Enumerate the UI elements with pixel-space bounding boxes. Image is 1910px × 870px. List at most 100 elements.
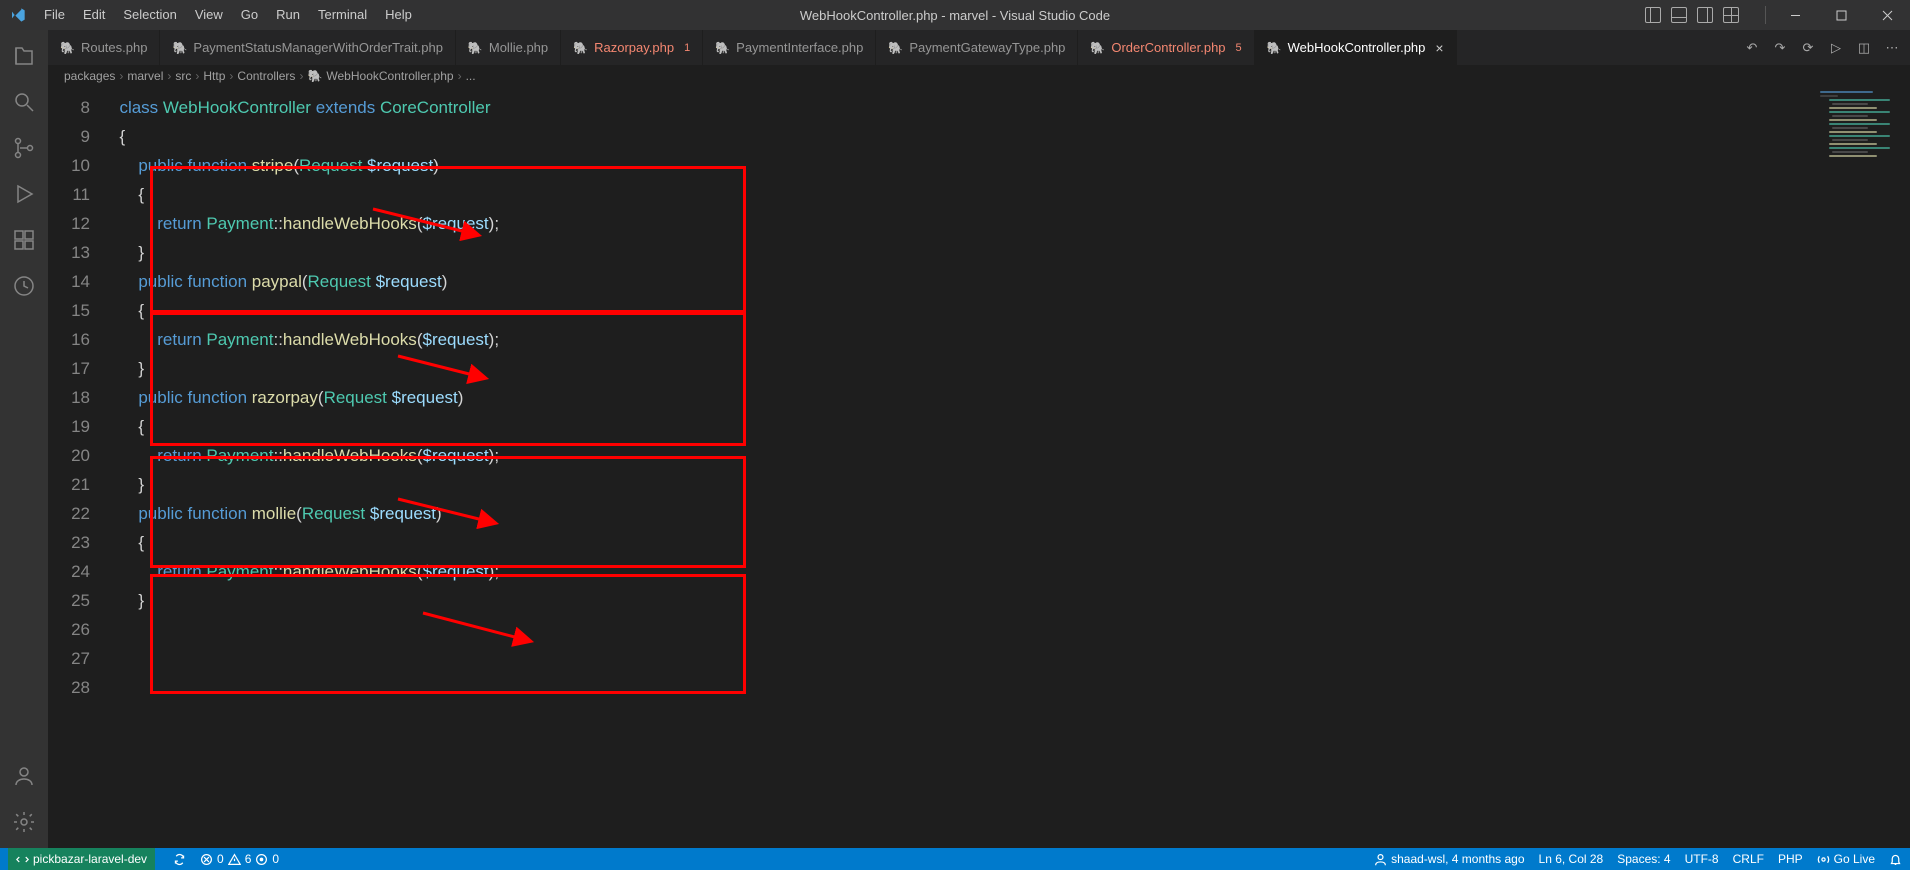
line-number: 16	[48, 325, 110, 354]
code-line[interactable]: return Payment::handleWebHooks($request)…	[110, 209, 1910, 238]
code-line[interactable]: return Payment::handleWebHooks($request)…	[110, 441, 1910, 470]
code-line[interactable]: public function stripe(Request $request)	[110, 151, 1910, 180]
settings-gear-icon[interactable]	[12, 810, 36, 834]
toggle-panel-icon[interactable]	[1671, 7, 1687, 23]
git-blame[interactable]: shaad-wsl, 4 months ago	[1374, 852, 1524, 866]
eol[interactable]: CRLF	[1733, 852, 1764, 866]
line-number: 27	[48, 644, 110, 673]
go-back-icon[interactable]: ↶	[1744, 40, 1760, 56]
code-line[interactable]: public function paypal(Request $request)	[110, 267, 1910, 296]
line-number: 13	[48, 238, 110, 267]
code-line[interactable]: {	[110, 412, 1910, 441]
code-line[interactable]: }	[110, 354, 1910, 383]
code-line[interactable]: public function razorpay(Request $reques…	[110, 383, 1910, 412]
close-window-button[interactable]	[1864, 0, 1910, 30]
php-file-icon: 🐘	[468, 41, 483, 55]
line-number: 28	[48, 673, 110, 702]
tab-ordercontroller-php[interactable]: 🐘OrderController.php5	[1078, 30, 1254, 65]
close-tab-icon[interactable]: ×	[1435, 40, 1443, 56]
menu-selection[interactable]: Selection	[114, 0, 185, 30]
php-file-icon: 🐘	[307, 69, 322, 83]
problems-indicator[interactable]: 0 6 0	[200, 852, 279, 866]
sync-button[interactable]	[173, 853, 186, 866]
run-icon[interactable]: ▷	[1828, 40, 1844, 56]
breadcrumbs[interactable]: packages›marvel›src›Http›Controllers›🐘 W…	[48, 65, 1910, 87]
code-line[interactable]: public function mollie(Request $request)	[110, 499, 1910, 528]
menu-terminal[interactable]: Terminal	[309, 0, 376, 30]
code-line[interactable]: {	[110, 528, 1910, 557]
breadcrumb-segment[interactable]: WebHookController.php	[326, 69, 453, 83]
minimap[interactable]	[1820, 91, 1908, 201]
code-line[interactable]: }	[110, 238, 1910, 267]
breadcrumb-segment[interactable]: packages	[64, 69, 115, 83]
breadcrumb-segment[interactable]: marvel	[127, 69, 163, 83]
window-title: WebHookController.php - marvel - Visual …	[800, 8, 1110, 23]
tab-paymentgatewaytype-php[interactable]: 🐘PaymentGatewayType.php	[876, 30, 1078, 65]
language-mode[interactable]: PHP	[1778, 852, 1803, 866]
tab-label: PaymentStatusManagerWithOrderTrait.php	[193, 40, 443, 55]
more-icon[interactable]: ⋯	[1884, 40, 1900, 56]
code-line[interactable]: class WebHookController extends CoreCont…	[110, 93, 1910, 122]
status-bar: pickbazar-laravel-dev 0 6 0 shaad-wsl, 4…	[0, 848, 1910, 870]
tab-paymentinterface-php[interactable]: 🐘PaymentInterface.php	[703, 30, 876, 65]
indentation[interactable]: Spaces: 4	[1617, 852, 1670, 866]
go-live-button[interactable]: Go Live	[1817, 852, 1875, 866]
explorer-icon[interactable]	[12, 44, 36, 68]
breadcrumb-segment[interactable]: src	[175, 69, 191, 83]
code-editor[interactable]: 8910111213141516171819202122232425262728…	[48, 87, 1910, 848]
chevron-right-icon: ›	[119, 69, 123, 83]
customize-layout-icon[interactable]	[1723, 7, 1739, 23]
line-number: 22	[48, 499, 110, 528]
encoding[interactable]: UTF-8	[1685, 852, 1719, 866]
notifications-icon[interactable]	[1889, 853, 1902, 866]
timeline-icon[interactable]	[12, 274, 36, 298]
line-number: 24	[48, 557, 110, 586]
search-icon[interactable]	[12, 90, 36, 114]
tab-razorpay-php[interactable]: 🐘Razorpay.php1	[561, 30, 703, 65]
menu-go[interactable]: Go	[232, 0, 267, 30]
php-file-icon: 🐘	[715, 41, 730, 55]
breadcrumb-segment[interactable]: Controllers	[237, 69, 295, 83]
minimize-button[interactable]	[1772, 0, 1818, 30]
code-content[interactable]: class WebHookController extends CoreCont…	[110, 87, 1910, 848]
php-file-icon: 🐘	[60, 41, 75, 55]
tab-problem-count: 1	[684, 42, 690, 54]
breadcrumb-segment[interactable]: ...	[466, 69, 476, 83]
refresh-icon[interactable]: ⟳	[1800, 40, 1816, 56]
menu-view[interactable]: View	[186, 0, 232, 30]
run-debug-icon[interactable]	[12, 182, 36, 206]
code-line[interactable]: {	[110, 122, 1910, 151]
code-line[interactable]: return Payment::handleWebHooks($request)…	[110, 557, 1910, 586]
vscode-logo-icon	[0, 7, 35, 23]
split-editor-icon[interactable]: ◫	[1856, 40, 1872, 56]
toggle-primary-sidebar-icon[interactable]	[1645, 7, 1661, 23]
tab-webhookcontroller-php[interactable]: 🐘WebHookController.php×	[1255, 30, 1457, 65]
breadcrumb-segment[interactable]: Http	[203, 69, 225, 83]
menu-run[interactable]: Run	[267, 0, 309, 30]
extensions-icon[interactable]	[12, 228, 36, 252]
menu-help[interactable]: Help	[376, 0, 421, 30]
php-file-icon: 🐘	[573, 41, 588, 55]
menu-file[interactable]: File	[35, 0, 74, 30]
code-line[interactable]: {	[110, 180, 1910, 209]
accounts-icon[interactable]	[12, 764, 36, 788]
source-control-icon[interactable]	[12, 136, 36, 160]
remote-indicator[interactable]: pickbazar-laravel-dev	[8, 848, 155, 870]
tab-label: WebHookController.php	[1288, 40, 1426, 55]
maximize-button[interactable]	[1818, 0, 1864, 30]
editor-tabs: 🐘Routes.php🐘PaymentStatusManagerWithOrde…	[48, 30, 1910, 65]
activity-bar	[0, 30, 48, 848]
menu-edit[interactable]: Edit	[74, 0, 114, 30]
code-line[interactable]: }	[110, 586, 1910, 615]
toggle-secondary-sidebar-icon[interactable]	[1697, 7, 1713, 23]
code-line[interactable]: }	[110, 470, 1910, 499]
tab-mollie-php[interactable]: 🐘Mollie.php	[456, 30, 561, 65]
go-forward-icon[interactable]: ↷	[1772, 40, 1788, 56]
code-line[interactable]: return Payment::handleWebHooks($request)…	[110, 325, 1910, 354]
chevron-right-icon: ›	[458, 69, 462, 83]
code-line[interactable]: {	[110, 296, 1910, 325]
tab-paymentstatusmanagerwithordertrait-php[interactable]: 🐘PaymentStatusManagerWithOrderTrait.php	[160, 30, 455, 65]
cursor-position[interactable]: Ln 6, Col 28	[1539, 852, 1604, 866]
editor-area: 🐘Routes.php🐘PaymentStatusManagerWithOrde…	[48, 30, 1910, 848]
tab-routes-php[interactable]: 🐘Routes.php	[48, 30, 160, 65]
